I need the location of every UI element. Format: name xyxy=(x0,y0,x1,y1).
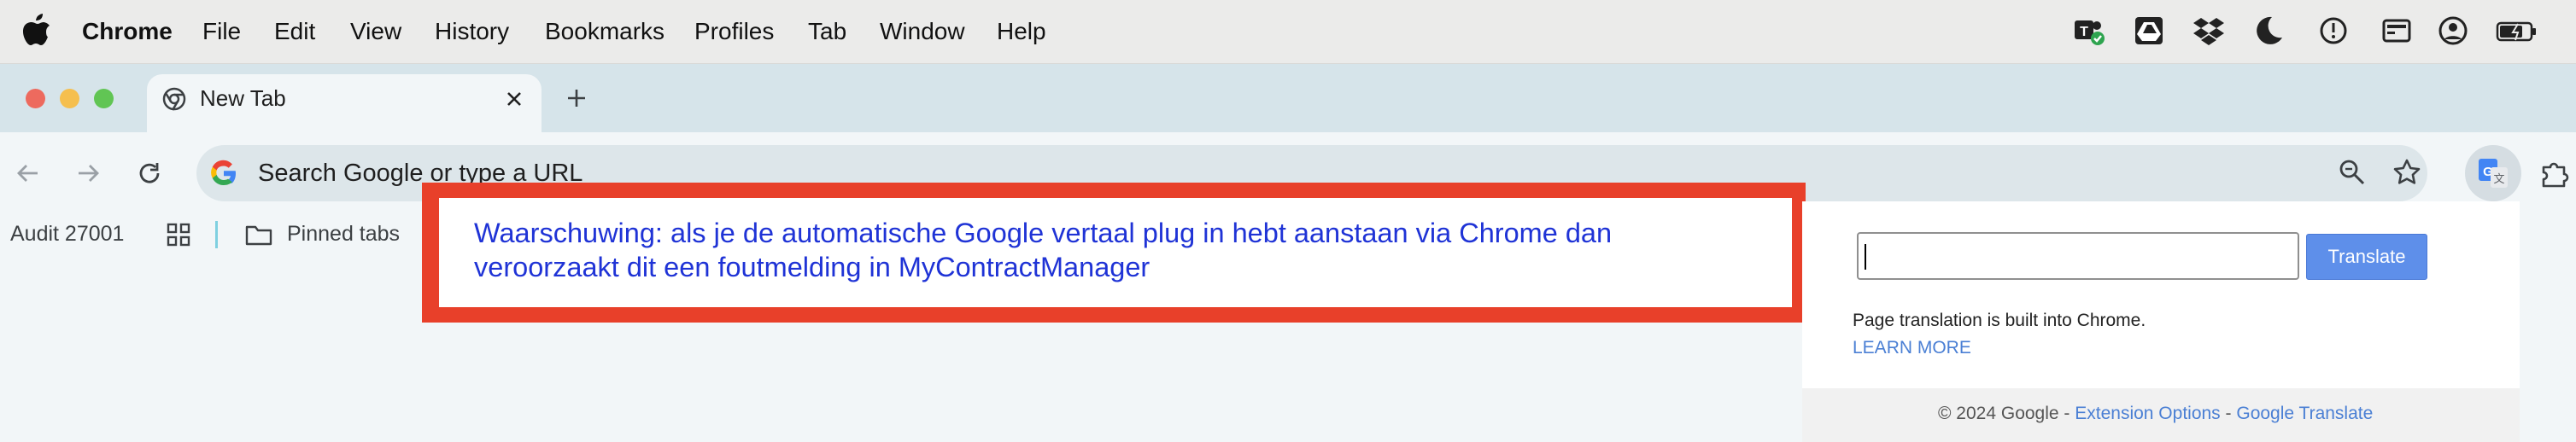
folder-icon xyxy=(245,225,272,246)
menu-bookmarks[interactable]: Bookmarks xyxy=(545,0,664,63)
back-arrow-icon[interactable] xyxy=(14,159,43,188)
svg-text:文: 文 xyxy=(2493,173,2504,186)
footer-separator: - xyxy=(2220,404,2237,423)
menu-edit[interactable]: Edit xyxy=(274,0,315,63)
battery-icon[interactable] xyxy=(2494,14,2542,48)
extensions-puzzle-icon[interactable] xyxy=(2538,157,2573,189)
menu-tab[interactable]: Tab xyxy=(808,0,846,63)
warning-text-line-2: veroorzaakt dit een foutmelding in MyCon… xyxy=(474,252,1150,282)
bookmark-star-icon[interactable] xyxy=(2392,157,2422,188)
bookmarks-divider xyxy=(215,221,218,248)
new-tab-plus-icon[interactable] xyxy=(564,85,589,111)
menu-window[interactable]: Window xyxy=(880,0,965,63)
display-icon[interactable] xyxy=(2380,14,2414,48)
svg-text:T: T xyxy=(2080,25,2088,39)
menu-app-name[interactable]: Chrome xyxy=(82,0,173,63)
menu-file[interactable]: File xyxy=(202,0,241,63)
moon-icon[interactable] xyxy=(2251,14,2286,48)
google-translate-icon: G 文 xyxy=(2479,159,2508,188)
user-circle-icon[interactable] xyxy=(2436,14,2470,48)
reload-icon[interactable] xyxy=(135,159,164,188)
window-minimize-button[interactable] xyxy=(60,89,79,108)
menu-help[interactable]: Help xyxy=(997,0,1046,63)
window-close-button[interactable] xyxy=(26,89,45,108)
apps-grid-icon[interactable] xyxy=(166,222,191,247)
timer-icon[interactable] xyxy=(2316,14,2351,48)
chrome-icon xyxy=(162,87,186,111)
menu-history[interactable]: History xyxy=(435,0,509,63)
bookmark-audit-27001[interactable]: Audit 27001 xyxy=(10,212,124,256)
teams-icon[interactable]: T xyxy=(2072,14,2106,48)
menu-profiles[interactable]: Profiles xyxy=(694,0,774,63)
forward-arrow-icon[interactable] xyxy=(73,159,102,188)
translate-footer: © 2024 Google - Extension Options - Goog… xyxy=(1938,404,2373,424)
menu-view[interactable]: View xyxy=(350,0,401,63)
translate-info-text: Page translation is built into Chrome. xyxy=(1853,311,2146,330)
extension-options-link[interactable]: Extension Options xyxy=(2075,404,2220,423)
google-drive-icon[interactable] xyxy=(2132,14,2166,48)
google-translate-link[interactable]: Google Translate xyxy=(2236,404,2373,423)
dropbox-icon[interactable] xyxy=(2192,14,2226,48)
tab-title: New Tab xyxy=(200,85,286,111)
learn-more-link[interactable]: LEARN MORE xyxy=(1853,338,1971,358)
bookmark-folder-pinned-tabs[interactable]: Pinned tabs xyxy=(287,212,400,256)
text-caret xyxy=(1865,244,1866,270)
close-tab-icon[interactable] xyxy=(504,89,524,109)
footer-copyright: © 2024 Google - xyxy=(1938,404,2075,423)
translate-button[interactable]: Translate xyxy=(2306,234,2427,280)
zoom-icon[interactable] xyxy=(2337,157,2368,188)
google-g-icon xyxy=(211,160,236,186)
translate-input[interactable] xyxy=(1857,232,2299,280)
apple-icon[interactable] xyxy=(22,14,51,48)
warning-text-line-1: Waarschuwing: als je de automatische Goo… xyxy=(474,218,1613,248)
window-zoom-button[interactable] xyxy=(94,89,114,108)
